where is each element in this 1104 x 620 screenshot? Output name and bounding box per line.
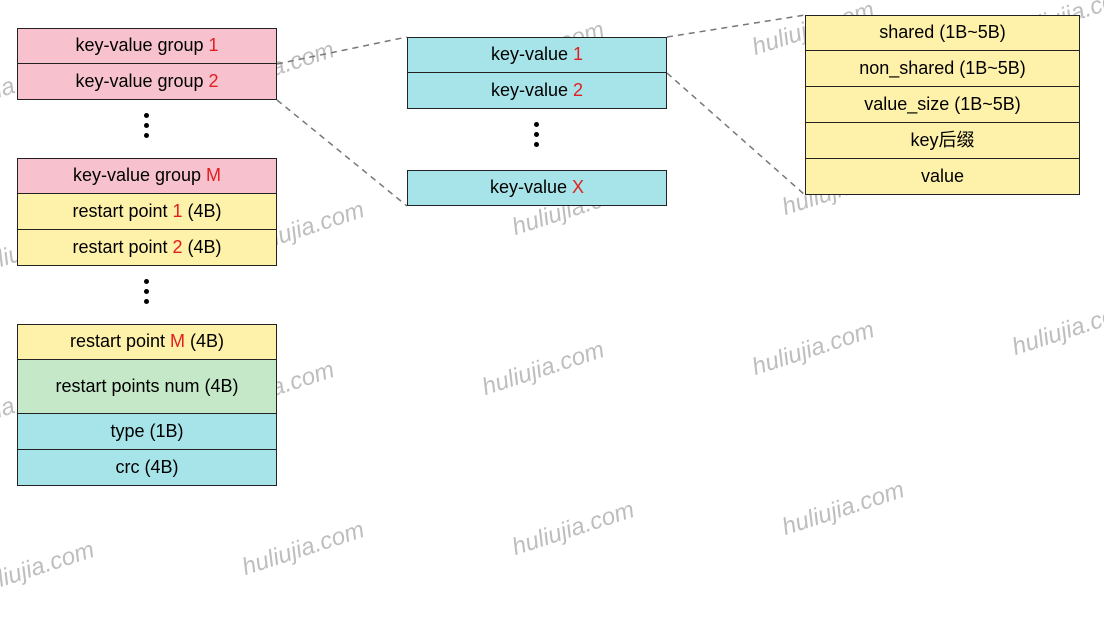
restart-point-1: restart point 1 (4B): [17, 194, 277, 230]
field-key-suffix: key后缀: [805, 123, 1080, 159]
vdots-icon: [144, 279, 149, 304]
label: key-value 1: [491, 44, 583, 66]
label: key-value group 2: [75, 71, 218, 93]
vdots-icon: [144, 113, 149, 138]
label: key-value 2: [491, 80, 583, 102]
kv-group-1: key-value group 1: [17, 28, 277, 64]
field-value: value: [805, 159, 1080, 195]
watermark: huliujia.com: [479, 336, 608, 402]
label: non_shared (1B~5B): [859, 58, 1026, 80]
watermark: huliujia.com: [749, 316, 878, 382]
label: restart point 2 (4B): [72, 237, 221, 259]
crc: crc (4B): [17, 450, 277, 486]
label: key-value X: [490, 177, 584, 199]
key-value-1: key-value 1: [407, 37, 667, 73]
watermark: huliujia.com: [779, 476, 908, 542]
field-value-size: value_size (1B~5B): [805, 87, 1080, 123]
label: type (1B): [110, 421, 183, 443]
type: type (1B): [17, 414, 277, 450]
watermark: huliujia.com: [509, 496, 638, 562]
vdots-icon: [534, 122, 539, 147]
restart-point-2: restart point 2 (4B): [17, 230, 277, 266]
label: key后缀: [910, 130, 974, 152]
field-non-shared: non_shared (1B~5B): [805, 51, 1080, 87]
restart-point-m: restart point M (4B): [17, 324, 277, 360]
label: value: [921, 166, 964, 188]
key-value-x: key-value X: [407, 170, 667, 206]
label: crc (4B): [116, 457, 179, 479]
label: shared (1B~5B): [879, 22, 1006, 44]
label: restart point 1 (4B): [72, 201, 221, 223]
restart-points-num: restart points num (4B): [17, 360, 277, 414]
kv-group-2: key-value group 2: [17, 64, 277, 100]
key-value-2: key-value 2: [407, 73, 667, 109]
label: restart point M (4B): [70, 331, 224, 353]
kv-group-m: key-value group M: [17, 158, 277, 194]
label: value_size (1B~5B): [864, 94, 1021, 116]
field-shared: shared (1B~5B): [805, 15, 1080, 51]
watermark: huliujia.com: [239, 516, 368, 582]
label: key-value group M: [73, 165, 221, 187]
watermark: huliujia.com: [1009, 296, 1104, 362]
watermark: huliujia.com: [0, 536, 98, 602]
label: restart points num (4B): [55, 376, 238, 398]
label: key-value group 1: [75, 35, 218, 57]
